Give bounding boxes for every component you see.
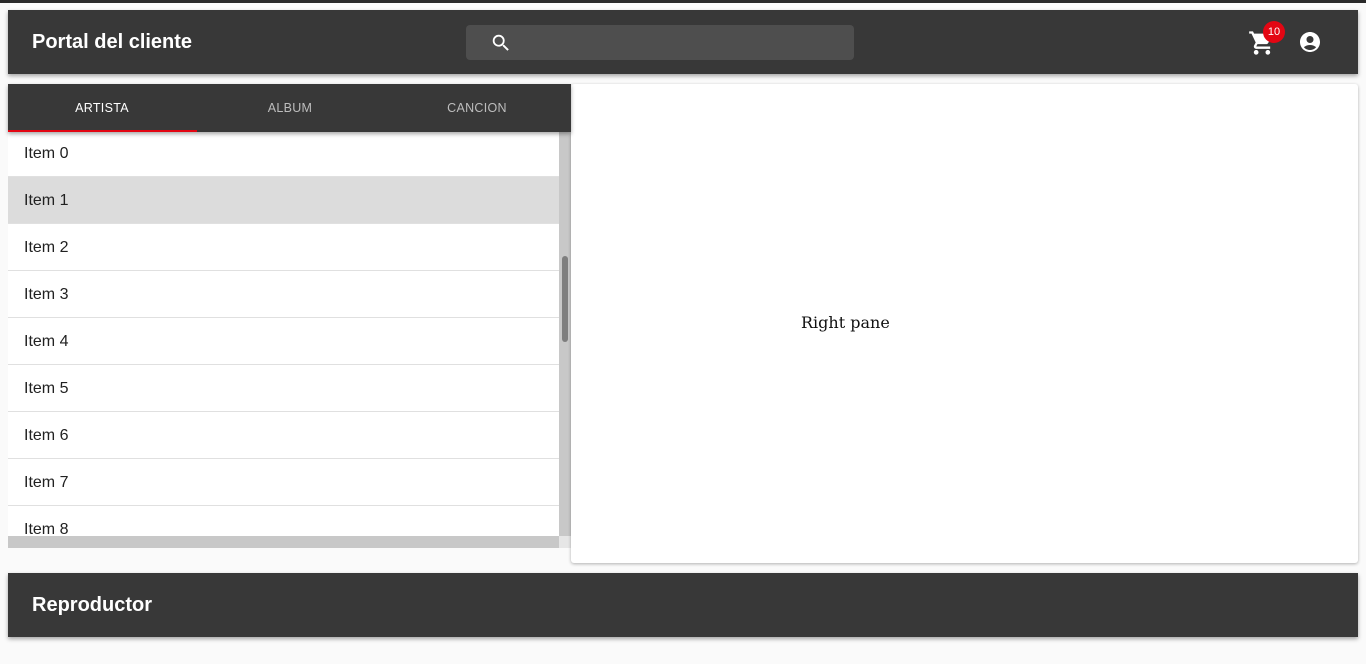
account-circle-icon[interactable] (1298, 30, 1322, 54)
list-item[interactable]: Item 8 (8, 506, 559, 536)
right-pane: Right pane (571, 84, 1358, 563)
tab-bar: ARTISTA ALBUM CANCION (8, 84, 571, 132)
tab-artista[interactable]: ARTISTA (8, 84, 196, 132)
list-item[interactable]: Item 6 (8, 412, 559, 459)
app-header: Portal del cliente 10 (8, 10, 1358, 74)
left-pane: ARTISTA ALBUM CANCION Item 0 Item 1 Item… (8, 84, 571, 548)
search-box[interactable] (466, 25, 854, 60)
list-item[interactable]: Item 0 (8, 132, 559, 177)
horizontal-scrollbar[interactable] (8, 536, 559, 548)
vertical-scrollbar[interactable] (559, 132, 571, 536)
player-bar: Reproductor (8, 573, 1358, 637)
list-item[interactable]: Item 2 (8, 224, 559, 271)
list-item[interactable]: Item 3 (8, 271, 559, 318)
search-icon[interactable] (490, 32, 512, 54)
active-tab-indicator (8, 130, 197, 132)
item-list[interactable]: Item 0 Item 1 Item 2 Item 3 Item 4 Item … (8, 132, 559, 536)
top-border-line (0, 0, 1366, 3)
right-pane-text: Right pane (801, 313, 890, 332)
cart-badge: 10 (1263, 21, 1285, 43)
tab-album[interactable]: ALBUM (196, 84, 384, 132)
player-title: Reproductor (32, 594, 152, 616)
list-item[interactable]: Item 4 (8, 318, 559, 365)
list-item-selected[interactable]: Item 1 (8, 177, 559, 224)
search-input[interactable] (526, 25, 846, 60)
list-item[interactable]: Item 5 (8, 365, 559, 412)
list-item[interactable]: Item 7 (8, 459, 559, 506)
app-title: Portal del cliente (32, 31, 193, 53)
vertical-scrollbar-thumb[interactable] (562, 256, 568, 342)
scrollbar-corner (559, 536, 571, 548)
tab-cancion[interactable]: CANCION (383, 84, 571, 132)
